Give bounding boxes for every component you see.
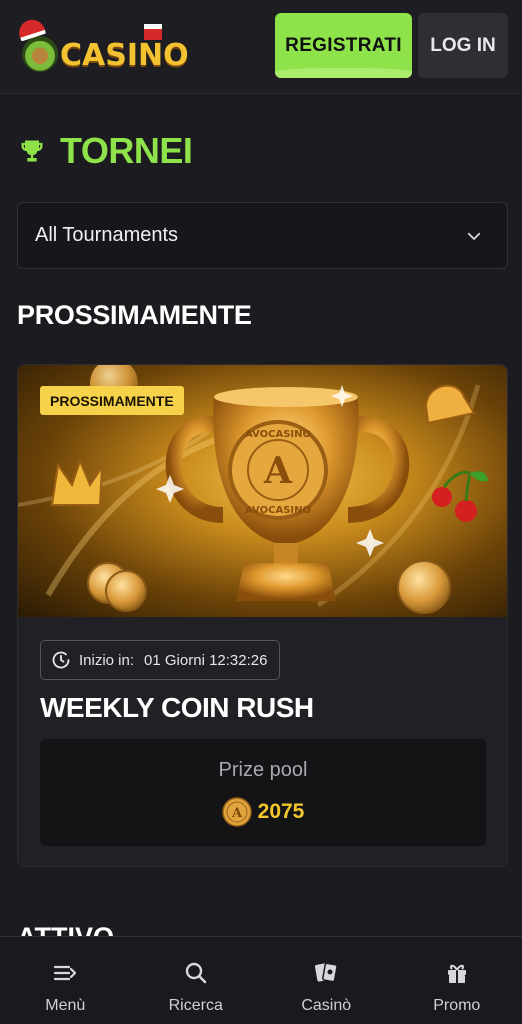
logo-text: CASINO	[60, 38, 189, 73]
search-icon	[185, 962, 207, 984]
nav-label-promo: Promo	[433, 997, 481, 1014]
menu-icon	[54, 965, 77, 981]
banner-text-top: AVOCASINO	[245, 429, 311, 440]
prize-pool-box: Prize pool A 2075	[40, 739, 486, 846]
nav-item-casino[interactable]: Casinò	[261, 937, 392, 1024]
nav-label-casino: Casinò	[301, 997, 352, 1014]
countdown-value: 01 Giorni 12:32:26	[144, 651, 268, 669]
login-button[interactable]: LOG IN	[418, 13, 508, 78]
avocado-logo-icon	[22, 36, 58, 72]
coin-icon: A	[221, 797, 252, 827]
countdown-timer: Inizio in: 01 Giorni 12:32:26	[40, 640, 281, 680]
prize-pool-amount: A 2075	[40, 797, 486, 827]
header: CASINO REGISTRATI LOG IN	[0, 0, 522, 94]
chevron-down-icon	[467, 232, 481, 240]
banner-letter: A	[263, 450, 293, 492]
tournament-name: WEEKLY COIN RUSH	[40, 692, 314, 723]
gift-icon	[447, 964, 466, 983]
prize-pool-label: Prize pool	[218, 759, 308, 781]
tournament-filter-value: All Tournaments	[35, 224, 179, 246]
status-badge: PROSSIMAMENTE	[40, 386, 184, 415]
tournament-card[interactable]: A AVOCASINO AVOCASINO PROSSIMAMENTE Iniz…	[17, 364, 508, 867]
tournament-banner: A AVOCASINO AVOCASINO PROSSIMAMENTE	[18, 365, 507, 617]
cards-icon	[315, 962, 338, 983]
casino-logo[interactable]: CASINO	[15, 16, 189, 73]
page-title: TORNEI	[18, 128, 193, 174]
nav-label-search: Ricerca	[168, 997, 223, 1014]
trophy-icon	[21, 140, 43, 162]
nav-item-search[interactable]: Ricerca	[131, 937, 262, 1024]
clock-icon	[52, 651, 70, 669]
gift-decoration-icon	[144, 24, 162, 40]
svg-text:A: A	[231, 806, 243, 821]
register-button[interactable]: REGISTRATI	[275, 13, 412, 78]
nav-item-promo[interactable]: Promo	[392, 937, 522, 1024]
countdown-label: Inizio in:	[79, 651, 135, 669]
nav-item-menu[interactable]: Menù	[0, 937, 131, 1024]
page-title-text: TORNEI	[60, 130, 193, 171]
upcoming-section-title: PROSSIMAMENTE	[17, 300, 252, 330]
nav-label-menu: Menù	[45, 997, 86, 1014]
prize-pool-value: 2075	[257, 800, 305, 823]
tournament-filter-select[interactable]: All Tournaments	[17, 202, 508, 269]
banner-text-bottom: AVOCASINO	[245, 505, 311, 516]
bottom-navigation: Menù Ricerca Casinò Promo	[0, 936, 522, 1024]
